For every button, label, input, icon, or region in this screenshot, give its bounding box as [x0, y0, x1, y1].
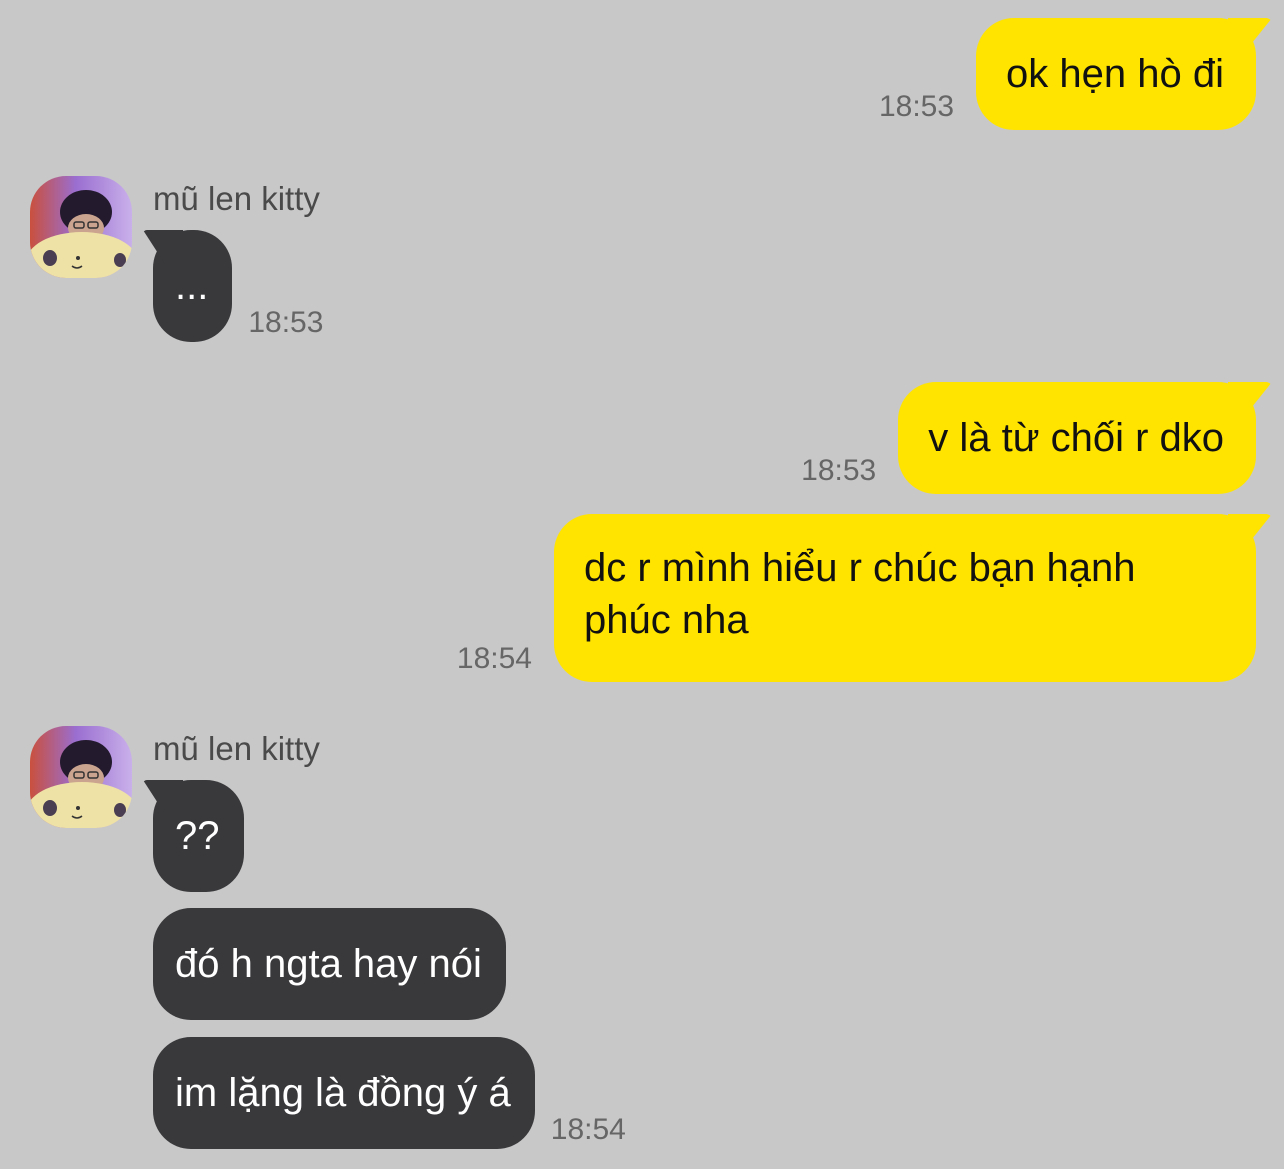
incoming-message-bubble[interactable]: đó h ngta hay nói	[153, 908, 506, 1020]
avatar-image-icon	[30, 726, 132, 828]
sender-name: mũ len kitty	[153, 180, 320, 217]
incoming-message-bubble[interactable]: ??	[153, 780, 244, 892]
incoming-message-bubble[interactable]: im lặng là đồng ý á	[153, 1037, 535, 1149]
incoming-message-row: ... 18:53	[153, 230, 323, 342]
incoming-message-row: đó h ngta hay nói	[153, 908, 506, 1020]
incoming-message-group: mũ len kitty ?? đó h ngta hay nói im lặn…	[30, 726, 710, 1156]
incoming-message-row: im lặng là đồng ý á 18:54	[153, 1037, 626, 1149]
outgoing-message-row: 18:54 dc r mình hiểu r chúc bạn hạnh phú…	[457, 514, 1256, 682]
avatar[interactable]	[30, 176, 132, 278]
outgoing-message-row: 18:53 v là từ chối r dko	[801, 382, 1256, 494]
avatar[interactable]	[30, 726, 132, 828]
incoming-message-group: mũ len kitty ... 18:53	[30, 176, 430, 346]
chat-thread: 18:53 ok hẹn hò đi mũ len kitty ... 18:5…	[0, 0, 1284, 1169]
sender-name: mũ len kitty	[153, 730, 320, 767]
message-timestamp: 18:53	[801, 454, 877, 487]
avatar-image-icon	[30, 176, 132, 278]
outgoing-message-bubble[interactable]: ok hẹn hò đi	[976, 18, 1256, 130]
incoming-message-bubble[interactable]: ...	[153, 230, 233, 342]
message-timestamp: 18:54	[456, 642, 532, 675]
message-timestamp: 18:54	[550, 1113, 626, 1146]
outgoing-message-row: 18:53 ok hẹn hò đi	[879, 18, 1256, 130]
message-timestamp: 18:53	[248, 306, 324, 339]
incoming-message-row: ??	[153, 780, 244, 892]
message-timestamp: 18:53	[878, 90, 955, 123]
outgoing-message-bubble[interactable]: dc r mình hiểu r chúc bạn hạnh phúc nha	[554, 514, 1256, 682]
outgoing-message-bubble[interactable]: v là từ chối r dko	[898, 382, 1256, 494]
